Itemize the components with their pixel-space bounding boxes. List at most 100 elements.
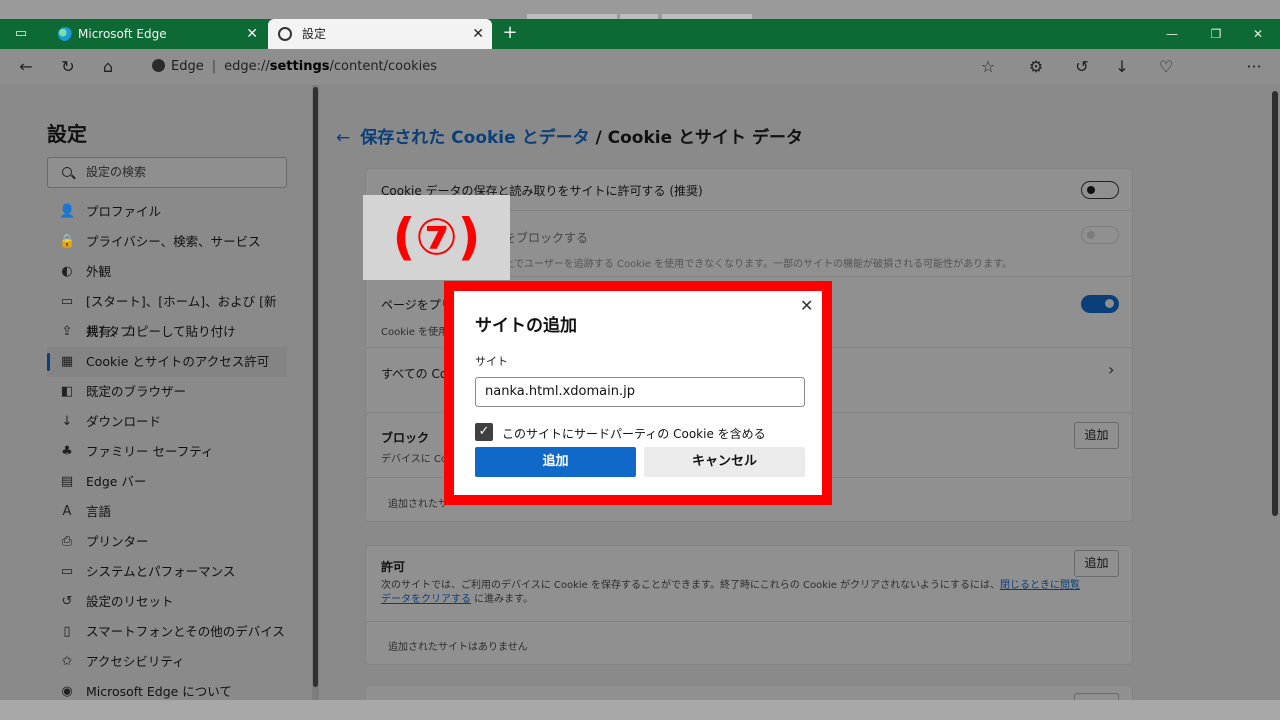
scrollbar-thumb[interactable] — [1272, 91, 1278, 516]
sidebar-item-start-home-newtab[interactable]: ▭ [スタート]、[ホーム]、および [新規] タブ — [47, 287, 287, 339]
third-party-checkbox[interactable]: ✓ — [475, 423, 493, 441]
title-bar-strip — [0, 0, 1280, 19]
browser-essentials-icon[interactable]: ♡ — [1148, 49, 1184, 85]
back-icon[interactable]: ← — [8, 49, 44, 85]
block-section-title: ブロック — [381, 431, 430, 445]
scrollbar-thumb[interactable] — [313, 87, 318, 687]
new-tab-icon[interactable]: + — [498, 19, 522, 49]
restore-icon[interactable]: ❐ — [1194, 19, 1238, 49]
accessibility-icon: ✩ — [61, 654, 73, 669]
downloads-icon[interactable]: ↓ — [1104, 49, 1140, 85]
allow-desc-text: 次のサイトでは、ご利用のデバイスに Cookie を保存することができます。終了… — [381, 580, 1000, 591]
block-add-button[interactable]: 追加 — [1074, 422, 1119, 449]
allow-cookies-toggle[interactable] — [1081, 181, 1119, 199]
start-home-newtab-icon: ▭ — [60, 294, 74, 309]
breadcrumb-back-icon[interactable]: ← — [336, 128, 350, 148]
sidebar-item-accessibility[interactable]: ✩ アクセシビリティ — [47, 647, 287, 677]
sidebar-item-label: 設定のリセット — [86, 594, 174, 609]
url-prefix: edge:// — [224, 59, 270, 74]
sidebar-item-profile[interactable]: 👤 プロファイル — [47, 197, 287, 227]
allow-desc-suffix: に進みます。 — [471, 594, 534, 605]
tab-settings[interactable]: 設定 ✕ — [268, 19, 492, 49]
sidebar-item-label: プロファイル — [86, 204, 162, 219]
sidebar-item-system-performance[interactable]: ▭ システムとパフォーマンス — [47, 557, 287, 587]
tab-close-icon[interactable]: ✕ — [246, 19, 258, 49]
chevron-right-icon[interactable]: › — [1108, 360, 1114, 379]
breadcrumb: ← 保存された Cookie とデータ / Cookie とサイト データ — [336, 123, 803, 148]
tab-close-icon[interactable]: ✕ — [472, 19, 484, 49]
edge-logo-icon — [58, 27, 72, 41]
tab-microsoft-edge[interactable]: Microsoft Edge ✕ — [52, 19, 266, 49]
default-browser-icon: ◧ — [60, 384, 74, 399]
sidebar-item-family-safety[interactable]: ♣ ファミリー セーフティ — [47, 437, 287, 467]
step-annotation: (⑦) — [363, 195, 510, 280]
allow-section-card: 許可 次のサイトでは、ご利用のデバイスに Cookie を保存することができます… — [365, 545, 1134, 665]
add-site-dialog-highlight: サイトの追加 ✕ サイト nanka.html.xdomain.jp ✓ このサ… — [444, 281, 832, 505]
search-icon — [62, 167, 72, 177]
languages-icon: A — [62, 504, 72, 519]
site-input[interactable]: nanka.html.xdomain.jp — [475, 377, 805, 407]
minimize-icon[interactable]: — — [1150, 19, 1194, 49]
allow-empty-text: 追加されたサイトはありません — [388, 642, 528, 653]
window-close-icon[interactable]: ✕ — [1236, 19, 1280, 49]
settings-sidebar: 設定 設定の検索 👤 プロファイル 🔒 プライバシー、検索、サービス ◐ 外観 ▭ [スタート… — [0, 85, 310, 700]
tab-actions-icon[interactable]: ▭ — [4, 19, 38, 49]
main-scrollbar[interactable] — [1270, 85, 1280, 700]
bottom-strip — [0, 700, 1280, 720]
sidebar-item-phone-devices[interactable]: ▯ スマートフォンとその他のデバイス — [47, 617, 287, 647]
gear-icon — [278, 27, 292, 41]
sidebar-item-label: スマートフォンとその他のデバイス — [86, 624, 285, 639]
sidebar-item-label: 共有、コピーして貼り付け — [86, 324, 236, 339]
row-divider — [366, 621, 1134, 622]
sidebar-item-label: Microsoft Edge について — [86, 684, 232, 699]
phone-devices-icon: ▯ — [63, 624, 71, 639]
preload-pages-desc: Cookie を使用 — [381, 327, 449, 338]
sidebar-item-label: システムとパフォーマンス — [86, 564, 236, 579]
sidebar-item-downloads[interactable]: ↓ ダウンロード — [47, 407, 287, 437]
sidebar-item-edge-bar[interactable]: ▤ Edge バー — [47, 467, 287, 497]
history-icon[interactable]: ↺ — [1064, 49, 1100, 85]
extensions-icon[interactable]: ⚙ — [1018, 49, 1054, 85]
more-menu-icon[interactable]: ··· — [1236, 49, 1272, 85]
all-cookies-link[interactable]: すべての Co — [381, 365, 447, 382]
favorites-icon[interactable]: ☆ — [970, 49, 1006, 85]
sidebar-item-label: プリンター — [86, 534, 149, 549]
preload-pages-toggle[interactable] — [1081, 295, 1119, 313]
address-bar[interactable]: Edge | edge://settings/content/cookies — [140, 55, 960, 79]
sidebar-item-label: アクセシビリティ — [86, 654, 185, 669]
sidebar-item-cookies-permissions[interactable]: ▦ Cookie とサイトのアクセス許可 — [47, 347, 287, 377]
site-field-label: サイト — [475, 355, 508, 368]
url-path: /content/cookies — [329, 59, 438, 74]
sidebar-item-share-copy-paste[interactable]: ⇪ 共有、コピーして貼り付け — [47, 317, 287, 347]
sidebar-scrollbar[interactable] — [312, 85, 319, 700]
share-copy-paste-icon: ⇪ — [61, 324, 73, 339]
sidebar-title: 設定 — [47, 122, 87, 146]
sidebar-item-default-browser[interactable]: ◧ 既定のブラウザー — [47, 377, 287, 407]
sidebar-item-reset-settings[interactable]: ↺ 設定のリセット — [47, 587, 287, 617]
tab-bar: ▭ Microsoft Edge ✕ 設定 ✕ + — ❐ ✕ — [0, 19, 1280, 49]
cancel-button[interactable]: キャンセル — [644, 447, 805, 477]
third-party-checkbox-label[interactable]: このサイトにサードパーティの Cookie を含める — [502, 425, 766, 442]
add-site-dialog: サイトの追加 ✕ サイト nanka.html.xdomain.jp ✓ このサ… — [454, 291, 822, 495]
home-icon[interactable]: ⌂ — [90, 49, 126, 85]
sidebar-item-label: 外観 — [86, 264, 112, 279]
url-host: settings — [269, 59, 330, 74]
sidebar-item-printers[interactable]: ⎙ プリンター — [47, 527, 287, 557]
profile-icon: 👤 — [59, 204, 76, 219]
breadcrumb-link[interactable]: 保存された Cookie とデータ — [360, 128, 589, 148]
sidebar-item-languages[interactable]: A 言語 — [47, 497, 287, 527]
address-toolbar: ← ↻ ⌂ Edge | edge://settings/content/cooki… — [0, 49, 1280, 85]
sidebar-item-label: Cookie とサイトのアクセス許可 — [86, 354, 270, 369]
block-third-party-toggle[interactable] — [1081, 226, 1119, 244]
sidebar-item-privacy[interactable]: 🔒 プライバシー、検索、サービス — [47, 227, 287, 257]
settings-search-input[interactable]: 設定の検索 — [47, 157, 287, 188]
breadcrumb-separator: / — [589, 128, 608, 148]
dialog-close-icon[interactable]: ✕ — [800, 296, 813, 315]
block-empty-text: 追加されたサ — [388, 499, 448, 510]
sidebar-item-appearance[interactable]: ◐ 外観 — [47, 257, 287, 287]
refresh-icon[interactable]: ↻ — [50, 49, 86, 85]
add-button[interactable]: 追加 — [475, 447, 636, 477]
allow-add-button[interactable]: 追加 — [1074, 550, 1119, 577]
sidebar-item-label: ダウンロード — [86, 414, 162, 429]
sidebar-item-label: 言語 — [86, 504, 112, 519]
